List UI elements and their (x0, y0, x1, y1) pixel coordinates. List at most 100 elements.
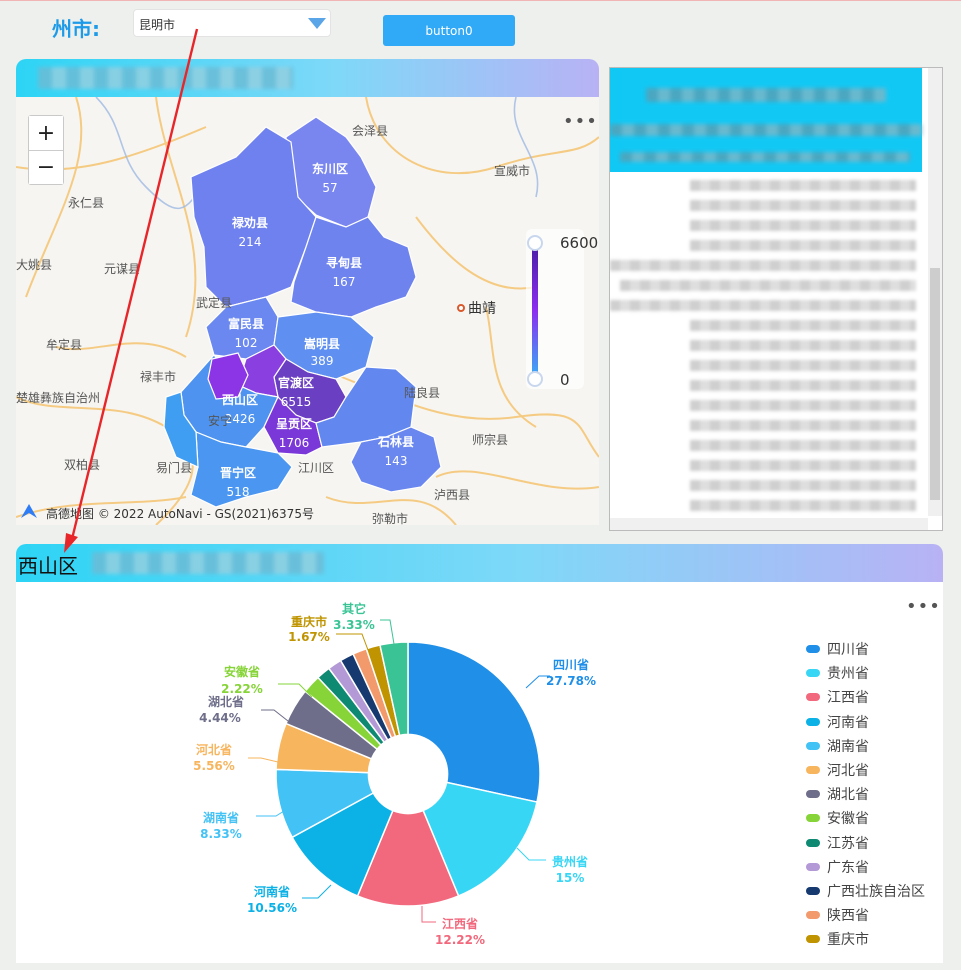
legend-swatch-icon (806, 766, 820, 775)
district-label-shilin: 石林县 (377, 434, 414, 449)
map-zoom-control: + − (28, 115, 64, 185)
place-label: 武定县 (196, 295, 232, 310)
map-copyright: 高德地图 © 2022 AutoNavi - GS(2021)6375号 (46, 505, 314, 522)
legend-swatch-icon (806, 741, 820, 750)
pie-panel: ••• 四川省 27.78% 贵州省 15% 江西省 12.22% 河南省 10… (16, 582, 943, 963)
map-panel[interactable]: 东川区 57 禄劝县 214 寻甸县 167 富民县 102 嵩明县 389 官… (16, 97, 599, 525)
zoom-out-button[interactable]: − (29, 150, 63, 184)
place-label: 永仁县 (68, 196, 104, 210)
map-canvas[interactable]: 东川区 57 禄劝县 214 寻甸县 167 富民县 102 嵩明县 389 官… (16, 97, 599, 525)
pie-legend: 四川省 贵州省 江西省 河南省 湖南省 河北省 湖北省 安徽省 江苏省 广东省 … (806, 637, 925, 951)
district-value-shilin: 143 (385, 454, 408, 468)
legend-item[interactable]: 四川省 (806, 637, 925, 661)
visual-map-gradient (532, 247, 538, 373)
legend-item[interactable]: 江西省 (806, 685, 925, 709)
place-label: 双柏县 (64, 457, 100, 472)
legend-swatch-icon (806, 645, 820, 654)
legend-item[interactable]: 广西壮族自治区 (806, 879, 925, 903)
legend-label: 湖北省 (827, 787, 869, 804)
legend-item[interactable]: 河南省 (806, 710, 925, 734)
city-select-value: 昆明市 (139, 18, 176, 32)
place-label: 牟定县 (46, 337, 82, 352)
district-label-guandu: 官渡区 (278, 375, 314, 390)
pie-label-other-name: 其它 (342, 601, 366, 616)
legend-item[interactable]: 江苏省 (806, 831, 925, 855)
legend-swatch-icon (806, 717, 820, 726)
pie-label-chongqing-name: 重庆市 (291, 614, 327, 629)
place-label: 曲靖 (468, 301, 496, 317)
map-panel-title-blurred (38, 67, 293, 89)
visual-map-max-handle (527, 235, 543, 251)
district-label-songming: 嵩明县 (304, 336, 340, 351)
legend-label: 江西省 (827, 690, 869, 707)
legend-swatch-icon (806, 693, 820, 702)
district-value-jinning: 518 (227, 485, 250, 499)
legend-label: 湖南省 (827, 738, 869, 755)
zoom-in-button[interactable]: + (29, 116, 63, 150)
pie-more-icon[interactable]: ••• (906, 596, 941, 617)
button0[interactable]: button0 (383, 15, 515, 46)
pie-label-hebei-pct: 5.56% (193, 759, 235, 773)
legend-label: 江苏省 (827, 835, 869, 852)
visual-map-max-label: 6600 (560, 234, 599, 252)
district-value-songming: 389 (311, 354, 334, 368)
place-label: 江川区 (298, 461, 334, 475)
district-label-xundian: 寻甸县 (326, 255, 362, 270)
district-value-chenggong: 1706 (279, 436, 310, 450)
legend-item[interactable]: 湖北省 (806, 782, 925, 806)
pie-label-hunan-name: 湖南省 (203, 810, 239, 825)
legend-swatch-icon (806, 886, 820, 895)
table-horizontal-scrollbar[interactable] (610, 518, 928, 530)
legend-label: 广东省 (827, 859, 869, 876)
place-label: 泸西县 (434, 488, 470, 502)
legend-item[interactable]: 广东省 (806, 855, 925, 879)
pie-panel-title-blurred (92, 552, 324, 574)
legend-swatch-icon (806, 935, 820, 944)
table-scroll-thumb[interactable] (930, 268, 940, 500)
place-label: 易门县 (156, 460, 192, 475)
city-select[interactable]: 昆明市 (133, 9, 331, 37)
legend-swatch-icon (806, 669, 820, 678)
legend-label: 陕西省 (827, 908, 869, 925)
pie-label-jiangxi-name: 江西省 (442, 916, 478, 931)
legend-label: 安徽省 (827, 811, 869, 828)
selected-district-title: 西山区 (18, 554, 78, 578)
legend-label: 河南省 (827, 714, 869, 731)
district-value-luquan: 214 (239, 235, 262, 249)
legend-item[interactable]: 湖南省 (806, 734, 925, 758)
map-more-icon[interactable]: ••• (563, 111, 598, 132)
pie-label-hunan-pct: 8.33% (200, 827, 242, 841)
place-label: 禄丰市 (140, 369, 176, 384)
legend-label: 四川省 (827, 642, 869, 659)
district-label-luquan: 禄劝县 (232, 215, 268, 230)
place-label: 陆良县 (404, 385, 440, 400)
legend-item[interactable]: 河北省 (806, 758, 925, 782)
table-vertical-scrollbar[interactable] (928, 68, 942, 516)
legend-swatch-icon (806, 911, 820, 920)
pie-chart[interactable]: 四川省 27.78% 贵州省 15% 江西省 12.22% 河南省 10.56%… (16, 582, 943, 963)
legend-item[interactable]: 重庆市 (806, 927, 925, 951)
pie-slice-0[interactable] (407, 641, 541, 803)
district-label-xishan: 西山区 (222, 392, 258, 407)
map-copyright-text: © 2022 AutoNavi - GS(2021)6375号 (97, 507, 314, 521)
top-bar: 州市: 昆明市 button0 (0, 1, 961, 53)
legend-swatch-icon (806, 790, 820, 799)
pie-label-guizhou-pct: 15% (556, 871, 585, 885)
legend-item[interactable]: 贵州省 (806, 661, 925, 685)
district-label-chenggong: 呈贡区 (276, 416, 312, 431)
place-label: 弥勒市 (372, 511, 408, 525)
legend-item[interactable]: 安徽省 (806, 806, 925, 830)
legend-label: 重庆市 (827, 932, 869, 949)
district-label-dongchuan: 东川区 (312, 161, 348, 176)
place-label: 会泽县 (352, 124, 388, 138)
data-table-panel[interactable] (609, 67, 943, 531)
pie-label-hubei-pct: 4.44% (199, 711, 241, 725)
place-label: 元谋县 (104, 262, 140, 276)
pie-label-other-pct: 3.33% (333, 618, 375, 632)
district-value-xundian: 167 (333, 275, 356, 289)
pie-label-henan-pct: 10.56% (247, 901, 297, 915)
district-value-fumin: 102 (235, 336, 258, 350)
pie-label-hubei-name: 湖北省 (208, 694, 244, 709)
legend-item[interactable]: 陕西省 (806, 903, 925, 927)
pie-label-jiangxi-pct: 12.22% (435, 933, 485, 947)
